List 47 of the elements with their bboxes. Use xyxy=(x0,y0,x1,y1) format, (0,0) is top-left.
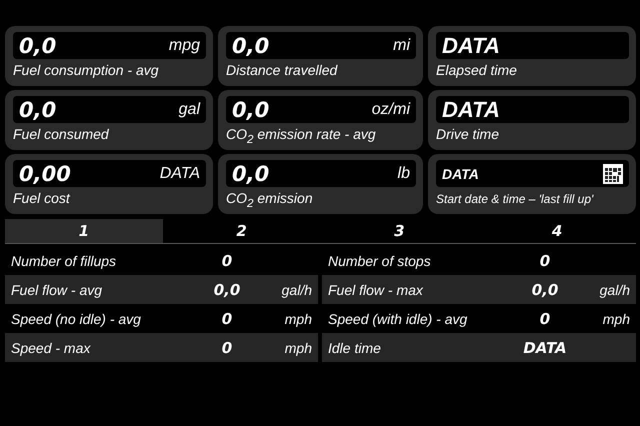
stat-value: 0,0 xyxy=(212,280,242,298)
stat-label: Speed - max xyxy=(11,340,92,356)
value: 0,00 xyxy=(19,162,72,186)
stat-value: 0 xyxy=(220,252,234,270)
unit: lb xyxy=(398,164,410,182)
unit: mi xyxy=(393,36,410,54)
value: 0,0 xyxy=(232,34,270,58)
stat-value: DATA xyxy=(522,338,568,356)
card-label: Start date & time – 'last fill up' xyxy=(436,192,594,206)
stat-unit: mph xyxy=(284,310,312,326)
value: DATA xyxy=(442,166,480,182)
unit: gal xyxy=(178,100,200,118)
card-label: CO$_{2}$ emission xyxy=(226,190,314,210)
card-label: Fuel cost xyxy=(13,190,72,206)
stat-label: Speed (no idle) - avg xyxy=(11,310,142,326)
stat-unit: mph xyxy=(284,340,312,356)
stat-value: 0 xyxy=(538,310,552,328)
card-label: Distance travelled xyxy=(226,62,339,78)
card-label: Fuel consumed xyxy=(13,126,110,142)
unit: mpg xyxy=(168,36,200,54)
stat-label: Speed (with idle) - avg xyxy=(328,310,468,326)
stat-label: Number of fillups xyxy=(11,252,118,268)
stat-value: 0 xyxy=(538,252,552,270)
value: 0,0 xyxy=(232,98,270,122)
stat-label: Fuel flow - avg xyxy=(11,282,104,298)
stat-label: Fuel flow - max xyxy=(328,282,424,298)
stat-value: 0 xyxy=(220,338,234,356)
value: 0,0 xyxy=(232,162,270,186)
stat-value: 0 xyxy=(220,310,234,328)
stat-unit: gal/h xyxy=(600,282,630,298)
unit: oz/mi xyxy=(372,100,410,118)
value: 0,0 xyxy=(19,34,58,58)
value: DATA xyxy=(442,32,501,58)
stat-label: Idle time xyxy=(328,340,382,356)
stat-label: Number of stops xyxy=(328,252,432,268)
card-label: Fuel consumption - avg xyxy=(13,62,160,78)
card-label: Drive time xyxy=(436,126,500,142)
calendar-icon[interactable] xyxy=(603,164,623,184)
unit: DATA xyxy=(160,164,200,182)
card-label: CO$_{2}$ emission rate - avg xyxy=(226,126,377,146)
stat-unit: mph xyxy=(602,310,630,326)
stat-unit: gal/h xyxy=(282,282,312,298)
page-tab[interactable]: 1 xyxy=(5,219,163,243)
value: 0,0 xyxy=(19,98,58,122)
stat-value: 0,0 xyxy=(530,280,560,298)
card-label: Elapsed time xyxy=(436,62,518,78)
value: DATA xyxy=(442,96,501,122)
